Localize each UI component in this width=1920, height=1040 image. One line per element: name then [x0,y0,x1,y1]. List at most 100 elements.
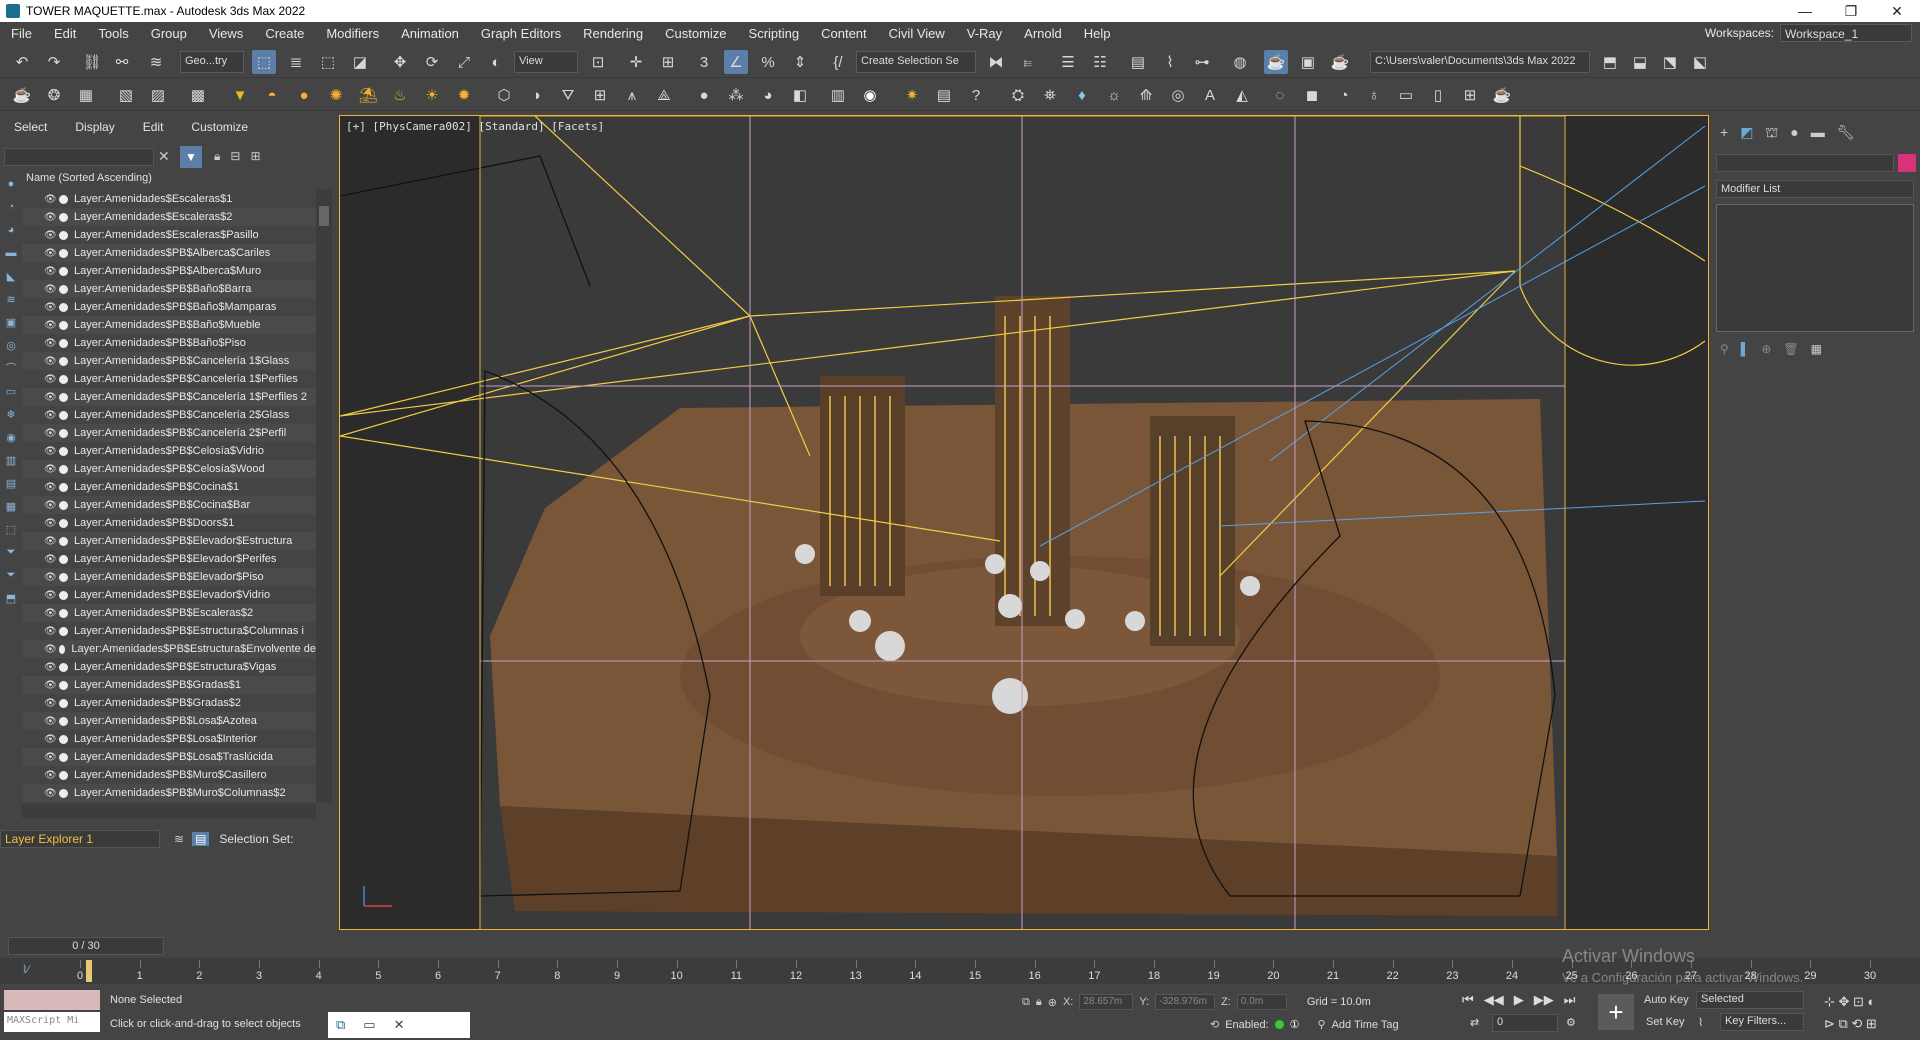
visibility-eye-icon[interactable]: 👁︎ [44,554,57,565]
x-coordinate-field[interactable]: 28.657m [1079,994,1134,1010]
menu-file[interactable]: File [0,26,43,41]
utilities-tab-icon[interactable]: 🔧︎ [1837,124,1855,143]
freeze-toggle-icon[interactable] [59,482,68,492]
visibility-eye-icon[interactable]: 👁︎ [44,698,57,709]
layer-row[interactable]: 👁︎ Layer:Amenidades$PB$Cancelería 2$Glass [22,406,316,424]
taskbar-thumbnail[interactable]: ⧉ ▭ ✕ [328,1012,470,1038]
explorer-menu-customize[interactable]: Customize [177,120,262,138]
vray-toon-icon[interactable]: ⟁ [652,83,676,107]
display-all-icon[interactable]: ▥ [3,452,19,468]
layer-row[interactable]: 👁︎ Layer:Amenidades$PB$Elevador$Perifes [22,550,316,568]
keyboard-shortcut-override-icon[interactable]: ⊞ [656,50,680,74]
create-tab-icon[interactable]: + [1720,124,1728,143]
visibility-eye-icon[interactable]: 👁︎ [44,464,57,475]
vray-dome-light-icon[interactable]: ◓ [260,83,284,107]
set-project-icon[interactable]: ⬓ [1628,50,1652,74]
freeze-toggle-icon[interactable] [59,608,68,618]
visibility-eye-icon[interactable]: 👁︎ [44,500,57,511]
vray-clipper-icon[interactable]: ⩚ [620,83,644,107]
visibility-eye-icon[interactable]: 👁︎ [44,266,57,277]
freeze-toggle-icon[interactable] [59,734,68,744]
layer-row[interactable]: 👁︎ Layer:Amenidades$PB$Losa$Traslúcida [22,748,316,766]
motion-tab-icon[interactable]: ● [1790,124,1798,143]
arnold-shadow-icon[interactable]: ◼ [1300,83,1324,107]
arnold-logo-icon[interactable]: ◉ [858,83,882,107]
toggle-layer-explorer-icon[interactable]: ☷ [1088,50,1112,74]
mirror-icon[interactable]: ⧓ [984,50,1008,74]
freeze-toggle-icon[interactable] [59,428,68,438]
explorer-menu-select[interactable]: Select [0,120,61,138]
auto-key-button[interactable]: Auto Key [1644,994,1689,1006]
move-icon[interactable]: ✥ [388,50,412,74]
freeze-toggle-icon[interactable] [59,284,68,294]
arnold-camera-icon[interactable]: ⛭ [1006,83,1030,107]
freeze-toggle-icon[interactable] [59,248,68,258]
arnold-text-icon[interactable]: A [1198,83,1222,107]
remove-modifier-icon[interactable]: 🗑︎ [1783,342,1798,356]
freeze-toggle-icon[interactable] [59,302,68,312]
scale-icon[interactable]: ⤢ [452,50,476,74]
explorer-menu-display[interactable]: Display [61,120,128,138]
layer-row[interactable]: 👁︎ Layer:Amenidades$PB$Baño$Barra [22,280,316,298]
visibility-eye-icon[interactable]: 👁︎ [44,680,57,691]
vray-proxy-icon[interactable]: ▨ [146,83,170,107]
freeze-toggle-icon[interactable] [59,572,68,582]
track-bar[interactable]: ⌇∕ 0 1 2 3 4 5 6 7 8 9 10 11 12 13 14 15 16 17 18 19 20 21 22 2… [0,958,1920,984]
layer-row[interactable]: 👁︎ Layer:Amenidades$Escaleras$2 [22,208,316,226]
column-header-name[interactable]: Name (Sorted Ascending) [22,172,332,188]
layer-row[interactable]: 👁︎ Layer:Amenidades$PB$Losa$Azotea [22,712,316,730]
layer-row[interactable]: 👁︎ Layer:Amenidades$PB$Elevador$Vidrio [22,586,316,604]
menu-edit[interactable]: Edit [43,26,87,41]
arnold-sphere-icon[interactable]: ● [692,83,716,107]
rendered-frame-window-icon[interactable]: ▣ [1296,50,1320,74]
display-hidden-icon[interactable]: ◉ [3,429,19,445]
pin-stack-icon[interactable]: ⚲ [1720,342,1729,356]
viewport-label[interactable]: [+] [PhysCamera002] [Standard] [Facets] [346,120,604,133]
layer-row[interactable]: 👁︎ Layer:Amenidades$PB$Muro$Casillero [22,766,316,784]
vray-teapot-icon[interactable]: ☕ [10,83,34,107]
snaps-toggle-icon[interactable]: 3 [692,50,716,74]
arnold-point-light-icon[interactable]: ♦ [1070,83,1094,107]
vray-frame-buffer-icon[interactable]: ▦ [74,83,98,107]
modify-tab-icon[interactable]: ◩ [1740,124,1753,143]
layer-row[interactable]: 👁︎ Layer:Amenidades$PB$Escaleras$2 [22,604,316,622]
close-button[interactable]: ✕ [1874,0,1920,22]
project-folder-icon[interactable]: ⬒ [1598,50,1622,74]
selection-set-toggle-icon[interactable]: ▤ [192,832,210,846]
arnold-camera2-icon[interactable]: ⛯ [1038,83,1062,107]
layer-row[interactable]: 👁︎ Layer:Amenidades$PB$Baño$Mamparas [22,298,316,316]
visibility-eye-icon[interactable]: 👁︎ [44,392,57,403]
visibility-eye-icon[interactable]: 👁︎ [44,752,57,763]
freeze-toggle-icon[interactable] [59,752,68,762]
layer-row[interactable]: 👁︎ Layer:Amenidades$PB$Celosía$Vidrio [22,442,316,460]
freeze-toggle-icon[interactable] [59,680,68,690]
menu-group[interactable]: Group [140,26,198,41]
arnold-help-icon[interactable]: ? [964,83,988,107]
y-coordinate-field[interactable]: -328.976m [1155,994,1216,1010]
layer-row[interactable]: 👁︎ Layer:Amenidades$PB$Doors$1 [22,514,316,532]
arnold-grid-icon[interactable]: ⁂ [724,83,748,107]
visibility-eye-icon[interactable]: 👁︎ [44,284,57,295]
project-icon-4[interactable]: ⬕ [1688,50,1712,74]
lock-icon[interactable]: 🔒︎ [214,149,220,164]
freeze-toggle-icon[interactable] [59,464,68,474]
schematic-view-icon[interactable]: ⊶ [1190,50,1214,74]
arnold-log-icon[interactable]: ▤ [932,83,956,107]
menu-graph-editors[interactable]: Graph Editors [470,26,572,41]
freeze-toggle-icon[interactable] [59,770,68,780]
display-bones-icon[interactable]: ⌒ [3,360,19,376]
visibility-eye-icon[interactable]: 👁︎ [44,734,57,745]
time-config-icon[interactable]: ⚙ [1566,1016,1576,1029]
key-tangent-icon[interactable]: ⌇ [1698,1016,1703,1029]
arnold-spot-icon[interactable]: ⟰ [1134,83,1158,107]
menu-civil-view[interactable]: Civil View [878,26,956,41]
key-mode-icon[interactable]: ⇄ [1470,1016,1479,1029]
freeze-toggle-icon[interactable] [59,662,68,672]
freeze-toggle-icon[interactable] [59,410,68,420]
arnold-grid-view-icon[interactable]: ⊞ [1458,83,1482,107]
arnold-volume-icon[interactable]: ◌ [1268,83,1292,107]
vray-ies-light-icon[interactable]: ✺ [324,83,348,107]
explorer-menu-edit[interactable]: Edit [129,120,178,138]
visibility-eye-icon[interactable]: 👁︎ [44,194,57,205]
visibility-eye-icon[interactable]: 👁︎ [44,662,57,673]
